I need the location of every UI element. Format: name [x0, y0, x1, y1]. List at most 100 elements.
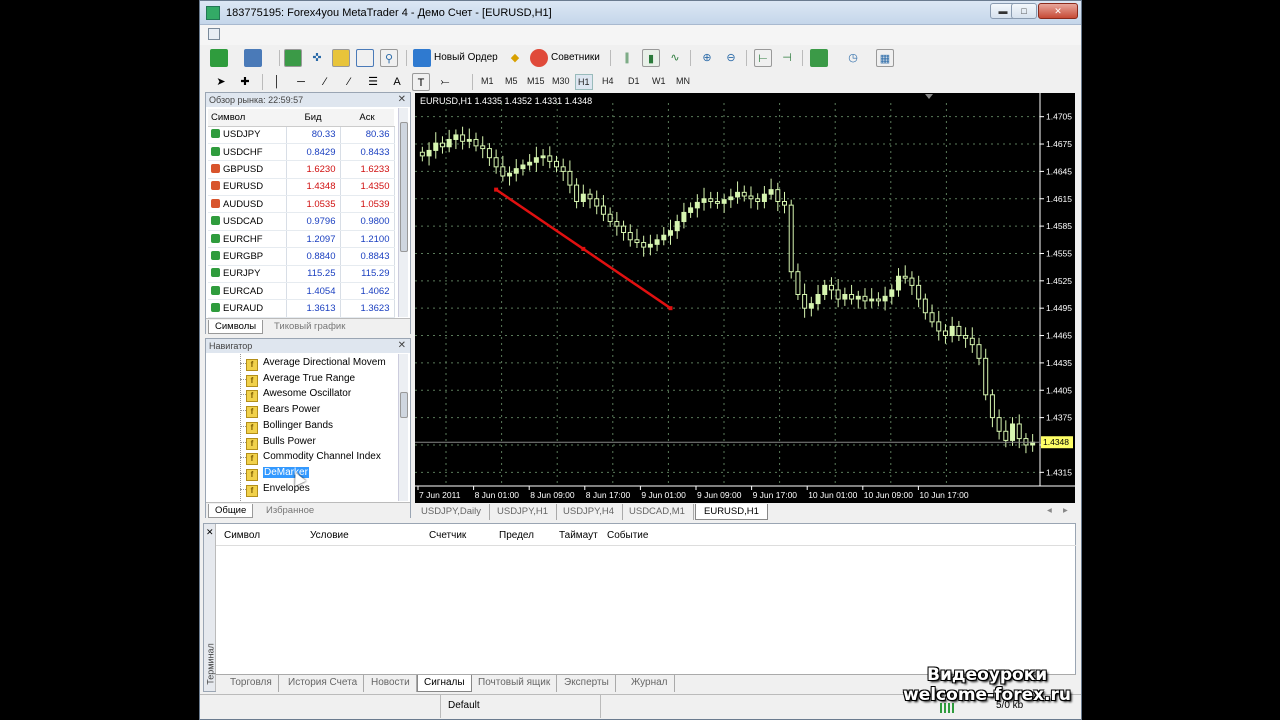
timeframe-m30[interactable]: M30: [552, 76, 570, 86]
arrows-icon[interactable]: ⤚: [436, 73, 454, 91]
experts-button[interactable]: Советники: [551, 50, 600, 66]
symbol-cell[interactable]: EURJPY: [208, 265, 287, 284]
indicator-item[interactable]: f Awesome Oscillator: [246, 386, 351, 403]
maximize-button[interactable]: □: [1011, 3, 1037, 19]
scroll-left-icon[interactable]: ◂: [1047, 505, 1052, 516]
table-row[interactable]: EURCAD 1.4054 1.4062: [208, 282, 395, 301]
symbol-cell[interactable]: USDCHF: [208, 143, 287, 162]
indicator-item[interactable]: f Bollinger Bands: [246, 418, 333, 434]
vertical-line-icon[interactable]: │: [268, 73, 286, 91]
terminal-tab[interactable]: Почтовый ящик: [472, 675, 558, 692]
text-label-icon[interactable]: T: [412, 73, 430, 91]
timeframe-h4[interactable]: H4: [602, 76, 614, 86]
symbol-cell[interactable]: USDJPY: [208, 126, 287, 144]
chart-shift-icon[interactable]: ⊣: [778, 49, 796, 67]
timeframe-w1[interactable]: W1: [652, 76, 666, 86]
line-chart-icon[interactable]: ∿: [666, 49, 684, 67]
table-row[interactable]: EURJPY 115.25 115.29: [208, 265, 395, 284]
close-icon[interactable]: ✕: [398, 93, 406, 107]
table-row[interactable]: USDJPY 80.33 80.36: [208, 126, 395, 144]
column-header[interactable]: Предел: [499, 530, 534, 541]
fibonacci-icon[interactable]: ☰: [364, 73, 382, 91]
zoom-out-icon[interactable]: ⊖: [722, 49, 740, 67]
tab-favorites[interactable]: Избранное: [260, 504, 320, 518]
market-watch-scrollbar[interactable]: [398, 108, 408, 317]
table-row[interactable]: EURUSD 1.4348 1.4350: [208, 178, 395, 197]
symbol-cell[interactable]: GBPUSD: [208, 160, 287, 179]
templates-icon[interactable]: ▦: [876, 49, 894, 67]
column-header[interactable]: Событие: [607, 530, 648, 541]
strategy-tester-icon[interactable]: ⚲: [380, 49, 398, 67]
terminal-tab[interactable]: Торговля: [224, 675, 279, 692]
periods-icon[interactable]: ◷: [844, 49, 862, 67]
chart-tab[interactable]: USDJPY,Daily: [413, 504, 491, 520]
symbol-cell[interactable]: USDCAD: [208, 212, 287, 231]
table-row[interactable]: AUDUSD 1.0535 1.0539: [208, 195, 395, 214]
candlestick-icon[interactable]: ▮: [642, 49, 660, 67]
tab-general[interactable]: Общие: [208, 504, 254, 518]
symbol-cell[interactable]: EURAUD: [208, 299, 287, 318]
table-row[interactable]: EURGBP 0.8840 0.8843: [208, 247, 395, 266]
column-header-ask[interactable]: Аск: [340, 109, 394, 127]
table-row[interactable]: GBPUSD 1.6230 1.6233: [208, 160, 395, 179]
experts-icon[interactable]: [530, 49, 548, 67]
navigator-scrollbar[interactable]: [398, 354, 408, 501]
table-row[interactable]: EURCHF 1.2097 1.2100: [208, 230, 395, 249]
indicator-item[interactable]: f Average Directional Movem: [246, 355, 386, 371]
timeframe-m1[interactable]: M1: [481, 76, 494, 86]
bar-chart-icon[interactable]: ∥: [618, 49, 636, 67]
close-button[interactable]: ✕: [1038, 3, 1078, 19]
cursor-icon[interactable]: ➤: [212, 73, 230, 91]
chart-tab[interactable]: EURUSD,H1: [695, 504, 768, 520]
trendline-icon[interactable]: ∕: [316, 73, 334, 91]
crosshair-icon[interactable]: ✚: [236, 73, 254, 91]
table-row[interactable]: USDCHF 0.8429 0.8433: [208, 143, 395, 162]
market-watch-icon[interactable]: [284, 49, 302, 67]
timeframe-h1[interactable]: H1: [575, 74, 593, 90]
scroll-right-icon[interactable]: ▸: [1063, 505, 1068, 516]
text-icon[interactable]: A: [388, 73, 406, 91]
column-header[interactable]: Счетчик: [429, 530, 466, 541]
terminal-tab[interactable]: Эксперты: [558, 675, 616, 692]
column-header[interactable]: Условие: [310, 530, 349, 541]
table-row[interactable]: EURAUD 1.3613 1.3623: [208, 299, 395, 318]
indicator-item[interactable]: f Bears Power: [246, 402, 320, 419]
timeframe-m15[interactable]: M15: [527, 76, 545, 86]
indicator-item[interactable]: f Commodity Channel Index: [246, 449, 381, 466]
column-header[interactable]: Символ: [224, 530, 260, 541]
symbol-cell[interactable]: EURGBP: [208, 247, 287, 266]
data-window-icon[interactable]: ✜: [308, 49, 326, 67]
indicator-item[interactable]: f Average True Range: [246, 371, 355, 387]
new-order-button[interactable]: Новый Ордер: [434, 50, 498, 66]
terminal-tab[interactable]: История Счета: [282, 675, 365, 692]
scroll-thumb[interactable]: [400, 392, 408, 418]
price-chart[interactable]: 1.4705 1.4675 1.4645 1.4615 1.4585 1.4555 1.45…: [415, 93, 1075, 503]
warning-icon[interactable]: ◆: [506, 49, 524, 67]
zoom-in-icon[interactable]: ⊕: [698, 49, 716, 67]
close-icon[interactable]: ✕: [206, 527, 214, 538]
new-chart-icon[interactable]: [210, 49, 228, 67]
document-icon[interactable]: [208, 28, 220, 40]
chart-tab[interactable]: USDCAD,M1: [621, 504, 694, 520]
column-header-symbol[interactable]: Символ: [208, 109, 286, 127]
tab-tick-chart[interactable]: Тиковый график: [268, 320, 351, 334]
auto-scroll-icon[interactable]: ⊢: [754, 49, 772, 67]
terminal-tab[interactable]: Журнал: [625, 675, 675, 692]
scroll-thumb[interactable]: [400, 122, 408, 252]
chart-tab[interactable]: USDJPY,H4: [555, 504, 624, 520]
chart-tab[interactable]: USDJPY,H1: [489, 504, 558, 520]
symbol-cell[interactable]: EURCHF: [208, 230, 287, 249]
column-header[interactable]: Таймаут: [559, 530, 598, 541]
timeframe-d1[interactable]: D1: [628, 76, 640, 86]
indicator-item[interactable]: f Bulls Power: [246, 434, 316, 450]
chart-canvas[interactable]: 1.4705 1.4675 1.4645 1.4615 1.4585 1.4555 1.45…: [415, 93, 1075, 503]
column-header-bid[interactable]: Бид: [286, 109, 340, 127]
timeframe-mn[interactable]: MN: [676, 76, 690, 86]
terminal-tab[interactable]: Сигналы: [417, 675, 472, 692]
new-order-icon[interactable]: [413, 49, 431, 67]
symbol-cell[interactable]: AUDUSD: [208, 195, 287, 214]
tab-symbols[interactable]: Символы: [208, 320, 264, 334]
channel-icon[interactable]: ⁄: [340, 73, 358, 91]
terminal-tab[interactable]: Новости: [365, 675, 417, 692]
symbol-cell[interactable]: EURUSD: [208, 178, 287, 197]
